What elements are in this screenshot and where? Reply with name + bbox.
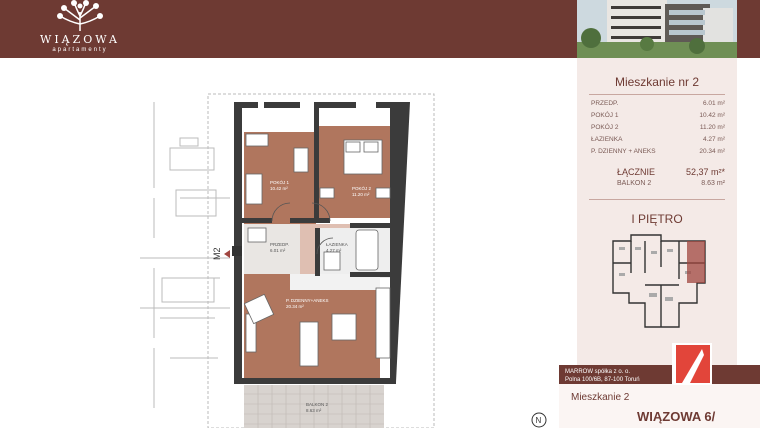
room-label-przedp: PRZEDP. (270, 242, 289, 247)
room-row: PRZEDP. 6.01 m² (591, 100, 725, 107)
divider (589, 94, 725, 95)
floor-plan: M2 POKÓJ 1 10.42 m² POKÓJ 2 11.20 m² P. … (140, 93, 435, 428)
balcony-label: BALKON 2 (617, 180, 652, 187)
compass-label: N (536, 416, 542, 425)
brand-tagline: apartamenty (52, 47, 108, 53)
key-plan (609, 233, 709, 334)
total-label: ŁĄCZNIE (617, 167, 656, 177)
brand-logo: WIĄZOWA apartamenty (40, 0, 120, 58)
unit-tag: M2 (212, 247, 222, 260)
balcony-value: 8.63 m² (701, 180, 725, 187)
room-area-dzienny: 20.34 m² (286, 304, 304, 309)
brand-name: WIĄZOWA (40, 33, 120, 46)
room-area-lazienka: 4.27 m² (326, 248, 342, 253)
room-area-balkon: 8.63 m² (306, 408, 322, 413)
room-list: PRZEDP. 6.01 m² POKÓJ 1 10.42 m² POKÓJ 2 11… (591, 98, 725, 158)
floor-label: I PIĘTRO (631, 212, 683, 226)
tree-icon (57, 0, 103, 31)
company-name: MARROW spółka z o. o. (565, 369, 631, 375)
compass-icon: N (531, 412, 547, 428)
room-area-pokoj2: 11.20 m² (352, 192, 370, 197)
room-label-balkon: BALKON 2 (306, 402, 329, 407)
room-area-pokoj1: 10.42 m² (270, 186, 288, 191)
developer-logo (672, 343, 712, 385)
footer-block: MARROW spółka z o. o. Polna 100/6B, 87-1… (559, 343, 760, 428)
footer-building: WIĄZOWA 6/ (637, 409, 716, 424)
room-label-lazienka: ŁAZIENKA (326, 242, 348, 247)
room-label-pokoj1: POKÓJ 1 (270, 179, 290, 185)
footer-unit: Mieszkanie 2 (571, 392, 630, 403)
room-row: POKÓJ 2 11.20 m² (591, 124, 725, 131)
company-info: MARROW spółka z o. o. Polna 100/6B, 87-1… (565, 368, 640, 384)
room-row: POKÓJ 1 10.42 m² (591, 112, 725, 119)
total-value: 52,37 m²* (685, 167, 725, 177)
company-address: Polna 100/6B, 87-100 Toruń (565, 377, 640, 383)
total-area: ŁĄCZNIE 52,37 m²* BALKON 2 8.63 m² (617, 166, 725, 190)
room-row: ŁAZIENKA 4.27 m² (591, 136, 725, 143)
room-row: P. DZIENNY + ANEKS 20.34 m² (591, 148, 725, 155)
entrance-arrow-icon (224, 250, 230, 258)
highlighted-unit (687, 241, 705, 283)
room-area-przedp: 6.01 m² (270, 248, 286, 253)
divider (589, 199, 725, 200)
building-photo (577, 0, 737, 58)
room-label-pokoj2: POKÓJ 2 (352, 185, 372, 191)
unit-title: Mieszkanie nr 2 (614, 75, 700, 89)
room-label-dzienny: P. DZIENNY+ANEKS (286, 298, 329, 303)
